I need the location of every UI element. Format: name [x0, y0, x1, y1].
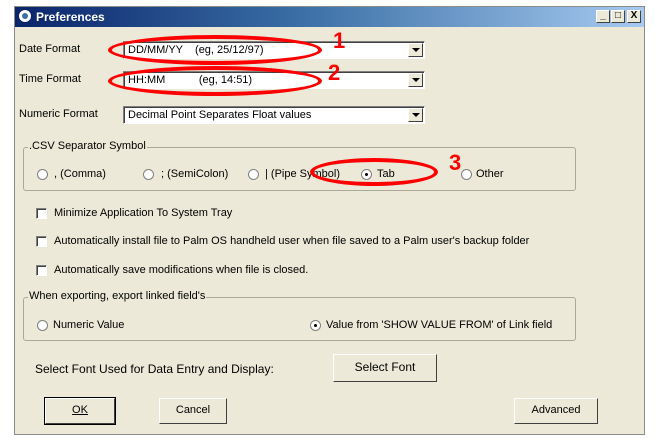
export-linked-title: When exporting, export linked field's: [28, 290, 207, 302]
radio-show-value-from[interactable]: [310, 320, 321, 331]
date-format-label: Date Format: [19, 43, 81, 55]
app-icon: [18, 9, 32, 23]
auto-save-checkbox[interactable]: [36, 265, 47, 276]
radio-other-label: Other: [476, 168, 504, 180]
annotation-marker-1: 1: [333, 28, 346, 53]
export-linked-group: When exporting, export linked field's Nu…: [23, 290, 576, 341]
numeric-format-label: Numeric Format: [19, 108, 98, 120]
advanced-button-label: Advanced: [531, 404, 581, 416]
radio-comma-label: , (Comma): [54, 168, 106, 180]
annotation-oval-time: [108, 66, 322, 96]
radio-semicolon-label: ; (SemiColon): [161, 168, 229, 180]
window-title: Preferences: [36, 10, 105, 24]
maximize-button[interactable]: □: [611, 10, 625, 23]
select-font-label: Select Font Used for Data Entry and Disp…: [35, 362, 274, 376]
annotation-oval-tab: [310, 158, 438, 186]
cancel-button[interactable]: Cancel: [159, 398, 227, 424]
select-font-button[interactable]: Select Font: [333, 354, 437, 382]
radio-semicolon[interactable]: [143, 169, 154, 180]
title-bar[interactable]: Preferences _ □ X: [15, 7, 644, 27]
chevron-down-icon[interactable]: [408, 43, 423, 57]
radio-comma[interactable]: [37, 169, 48, 180]
annotation-marker-3: 3: [449, 150, 462, 175]
palm-install-checkbox[interactable]: [36, 236, 47, 247]
minimize-to-tray-label: Minimize Application To System Tray: [54, 207, 233, 219]
ok-button-label: OK: [72, 404, 88, 416]
radio-pipe[interactable]: [248, 169, 259, 180]
time-format-label: Time Format: [19, 73, 81, 85]
auto-save-label: Automatically save modifications when fi…: [54, 264, 309, 276]
annotation-oval-date: [108, 35, 322, 65]
select-font-button-label: Select Font: [354, 360, 416, 374]
chevron-down-icon[interactable]: [408, 108, 423, 122]
radio-numeric-value-label: Numeric Value: [53, 319, 125, 331]
cancel-button-label: Cancel: [175, 404, 211, 416]
close-button[interactable]: X: [627, 10, 641, 23]
chevron-down-icon[interactable]: [408, 73, 423, 87]
radio-numeric-value[interactable]: [37, 320, 48, 331]
numeric-format-value: Decimal Point Separates Float values: [128, 109, 312, 121]
radio-other[interactable]: [461, 169, 472, 180]
radio-show-value-from-label: Value from 'SHOW VALUE FROM' of Link fie…: [326, 319, 553, 331]
ok-button[interactable]: OK: [44, 397, 116, 425]
numeric-format-select[interactable]: Decimal Point Separates Float values: [123, 106, 425, 124]
csv-separator-group: .CSV Separator Symbol , (Comma) ; (SemiC…: [23, 140, 576, 191]
csv-separator-title: .CSV Separator Symbol: [28, 140, 147, 152]
minimize-to-tray-checkbox[interactable]: [36, 208, 47, 219]
minimize-button[interactable]: _: [596, 10, 610, 23]
annotation-marker-2: 2: [328, 60, 341, 85]
palm-install-label: Automatically install file to Palm OS ha…: [54, 235, 530, 247]
advanced-button[interactable]: Advanced: [514, 398, 598, 424]
